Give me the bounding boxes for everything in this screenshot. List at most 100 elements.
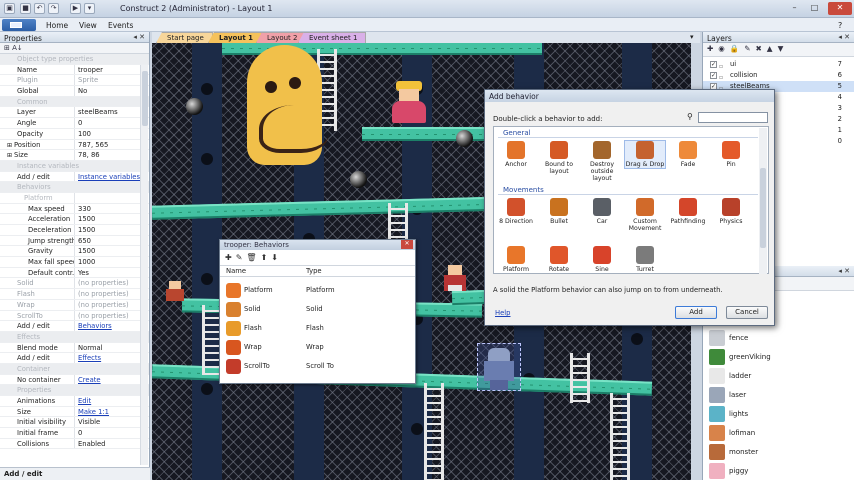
move-up-icon[interactable]: ⬆ xyxy=(261,253,272,262)
property-row[interactable]: Container xyxy=(0,363,149,375)
dropdown-icon[interactable]: ▾ xyxy=(84,3,95,14)
add-button[interactable]: Add xyxy=(675,306,717,319)
delete-icon[interactable]: 🗑 xyxy=(246,253,260,262)
character-sprite[interactable] xyxy=(444,265,466,291)
property-row[interactable]: Common xyxy=(0,96,149,108)
behavior-option[interactable]: Bound to layout xyxy=(539,141,579,175)
property-link[interactable]: Behaviors xyxy=(75,321,149,331)
layer-row[interactable]: ✓ ▫ ui 7 xyxy=(703,59,854,70)
property-row[interactable]: Max speed 330 xyxy=(0,203,149,215)
property-row[interactable]: Blend mode Normal xyxy=(0,342,149,354)
behavior-row[interactable]: ScrollTo Scroll To xyxy=(220,357,415,376)
property-row[interactable]: Layer steelBeams xyxy=(0,107,149,119)
property-row[interactable]: Flash (no properties) xyxy=(0,289,149,300)
behavior-option[interactable]: Anchor xyxy=(496,141,536,168)
property-link[interactable]: Create xyxy=(75,375,149,385)
trooper-sprite-selected[interactable] xyxy=(477,343,521,391)
help-link[interactable]: Help xyxy=(495,309,511,317)
property-row[interactable]: Add / edit Instance variables xyxy=(0,171,149,183)
property-row[interactable]: ScrollTo (no properties) xyxy=(0,310,149,322)
panel-pin-icon[interactable]: ◂ ✕ xyxy=(838,267,850,275)
edit-icon[interactable]: ✎ xyxy=(744,44,755,53)
file-menu-button[interactable] xyxy=(2,19,36,31)
monster-sprite[interactable] xyxy=(247,45,329,165)
property-row[interactable]: No container Create xyxy=(0,374,149,386)
object-row[interactable]: ladder xyxy=(703,367,845,385)
grid-scrollbar[interactable] xyxy=(759,128,767,274)
property-row[interactable]: Max fall speed 1000 xyxy=(0,257,149,268)
layer-row[interactable]: ✓ ▫ collision 6 xyxy=(703,70,854,81)
property-row[interactable]: Platform xyxy=(0,192,149,204)
behavior-row[interactable]: Platform Platform xyxy=(220,281,415,300)
behavior-option[interactable]: Bullet xyxy=(539,198,579,225)
property-row[interactable]: Add / edit Effects xyxy=(0,353,149,364)
layer-lock-icon[interactable]: ▫ xyxy=(719,72,726,81)
behavior-option[interactable]: Custom Movement xyxy=(625,198,665,232)
lock-icon[interactable]: 🔒 xyxy=(730,44,744,53)
object-row[interactable]: lights xyxy=(703,405,845,423)
object-row[interactable]: piggy xyxy=(703,462,845,480)
property-row[interactable]: Object type properties xyxy=(0,54,149,65)
property-row[interactable]: Opacity 100 xyxy=(0,128,149,140)
panel-pin-icon[interactable]: ◂ ✕ xyxy=(133,33,145,41)
redo-icon[interactable]: ↷ xyxy=(48,3,59,14)
property-link[interactable]: Edit xyxy=(75,396,149,406)
property-row[interactable]: Wrap (no properties) xyxy=(0,299,149,311)
tab-layout-1[interactable]: Layout 1 xyxy=(208,32,262,43)
character-sprite[interactable] xyxy=(166,281,184,301)
menu-home[interactable]: Home xyxy=(46,21,68,30)
tab-start-page[interactable]: Start page xyxy=(156,32,213,43)
property-row[interactable]: Acceleration 1500 xyxy=(0,214,149,225)
panel-pin-icon[interactable]: ◂ ✕ xyxy=(838,33,850,41)
property-row[interactable]: Collisions Enabled xyxy=(0,438,149,450)
move-down-icon[interactable]: ▼ xyxy=(778,44,789,53)
behavior-row[interactable]: Flash Flash xyxy=(220,319,415,338)
move-down-icon[interactable]: ⬇ xyxy=(271,253,282,262)
property-row[interactable]: Initial frame 0 xyxy=(0,428,149,439)
property-row[interactable]: Plugin Sprite xyxy=(0,75,149,87)
search-input[interactable] xyxy=(698,112,768,123)
layer-lock-icon[interactable]: ▫ xyxy=(719,61,726,70)
object-row[interactable]: monster xyxy=(703,443,845,461)
behavior-option[interactable]: Turret xyxy=(625,246,665,273)
object-row[interactable]: lofiman xyxy=(703,424,845,442)
menu-events[interactable]: Events xyxy=(108,21,133,30)
property-row[interactable]: Default contr... Yes xyxy=(0,267,149,279)
properties-scrollbar[interactable] xyxy=(140,65,148,465)
behavior-option[interactable]: Pin xyxy=(711,141,751,168)
minimize-icon[interactable]: – xyxy=(786,2,803,15)
edit-icon[interactable]: ✎ xyxy=(236,253,247,262)
property-row[interactable]: Instance variables xyxy=(0,160,149,172)
sort-icon[interactable]: ⊞ A↓ xyxy=(4,44,23,52)
behavior-option[interactable]: Pathfinding xyxy=(668,198,708,225)
layer-visible-checkbox[interactable]: ✓ xyxy=(710,61,717,68)
property-link[interactable]: Effects xyxy=(75,353,149,363)
property-row[interactable]: Global No xyxy=(0,86,149,97)
close-icon[interactable]: ✕ xyxy=(828,2,852,15)
add-behavior-icon[interactable]: ✚ xyxy=(225,253,236,262)
behavior-option[interactable]: Car xyxy=(582,198,622,225)
princess-sprite[interactable] xyxy=(392,81,428,123)
property-row[interactable]: Position787, 565 xyxy=(0,139,149,151)
run-icon[interactable]: ▶ xyxy=(70,3,81,14)
object-row[interactable]: fence xyxy=(703,329,845,347)
property-row[interactable]: Size78, 86 xyxy=(0,150,149,161)
property-row[interactable]: Angle 0 xyxy=(0,118,149,129)
property-row[interactable]: Behaviors xyxy=(0,182,149,193)
property-row[interactable]: Animations Edit xyxy=(0,396,149,407)
behavior-option[interactable]: Destroy outside layout xyxy=(582,141,622,182)
property-row[interactable]: Effects xyxy=(0,331,149,343)
property-row[interactable]: Solid (no properties) xyxy=(0,278,149,290)
maximize-icon[interactable]: □ xyxy=(806,2,823,15)
behavior-option[interactable]: Drag & Drop xyxy=(624,140,666,169)
property-row[interactable]: Deceleration 1500 xyxy=(0,225,149,236)
property-row[interactable]: Initial visibility Visible xyxy=(0,417,149,429)
undo-icon[interactable]: ↶ xyxy=(34,3,45,14)
behavior-option[interactable]: Sine xyxy=(582,246,622,273)
property-row[interactable]: Gravity 1500 xyxy=(0,246,149,258)
delete-icon[interactable]: ✖ xyxy=(755,44,766,53)
property-row[interactable]: Properties xyxy=(0,385,149,396)
behavior-row[interactable]: Solid Solid xyxy=(220,300,415,319)
tabs-dropdown-icon[interactable]: ▾ xyxy=(690,33,694,41)
object-row[interactable]: greenViking xyxy=(703,348,845,366)
